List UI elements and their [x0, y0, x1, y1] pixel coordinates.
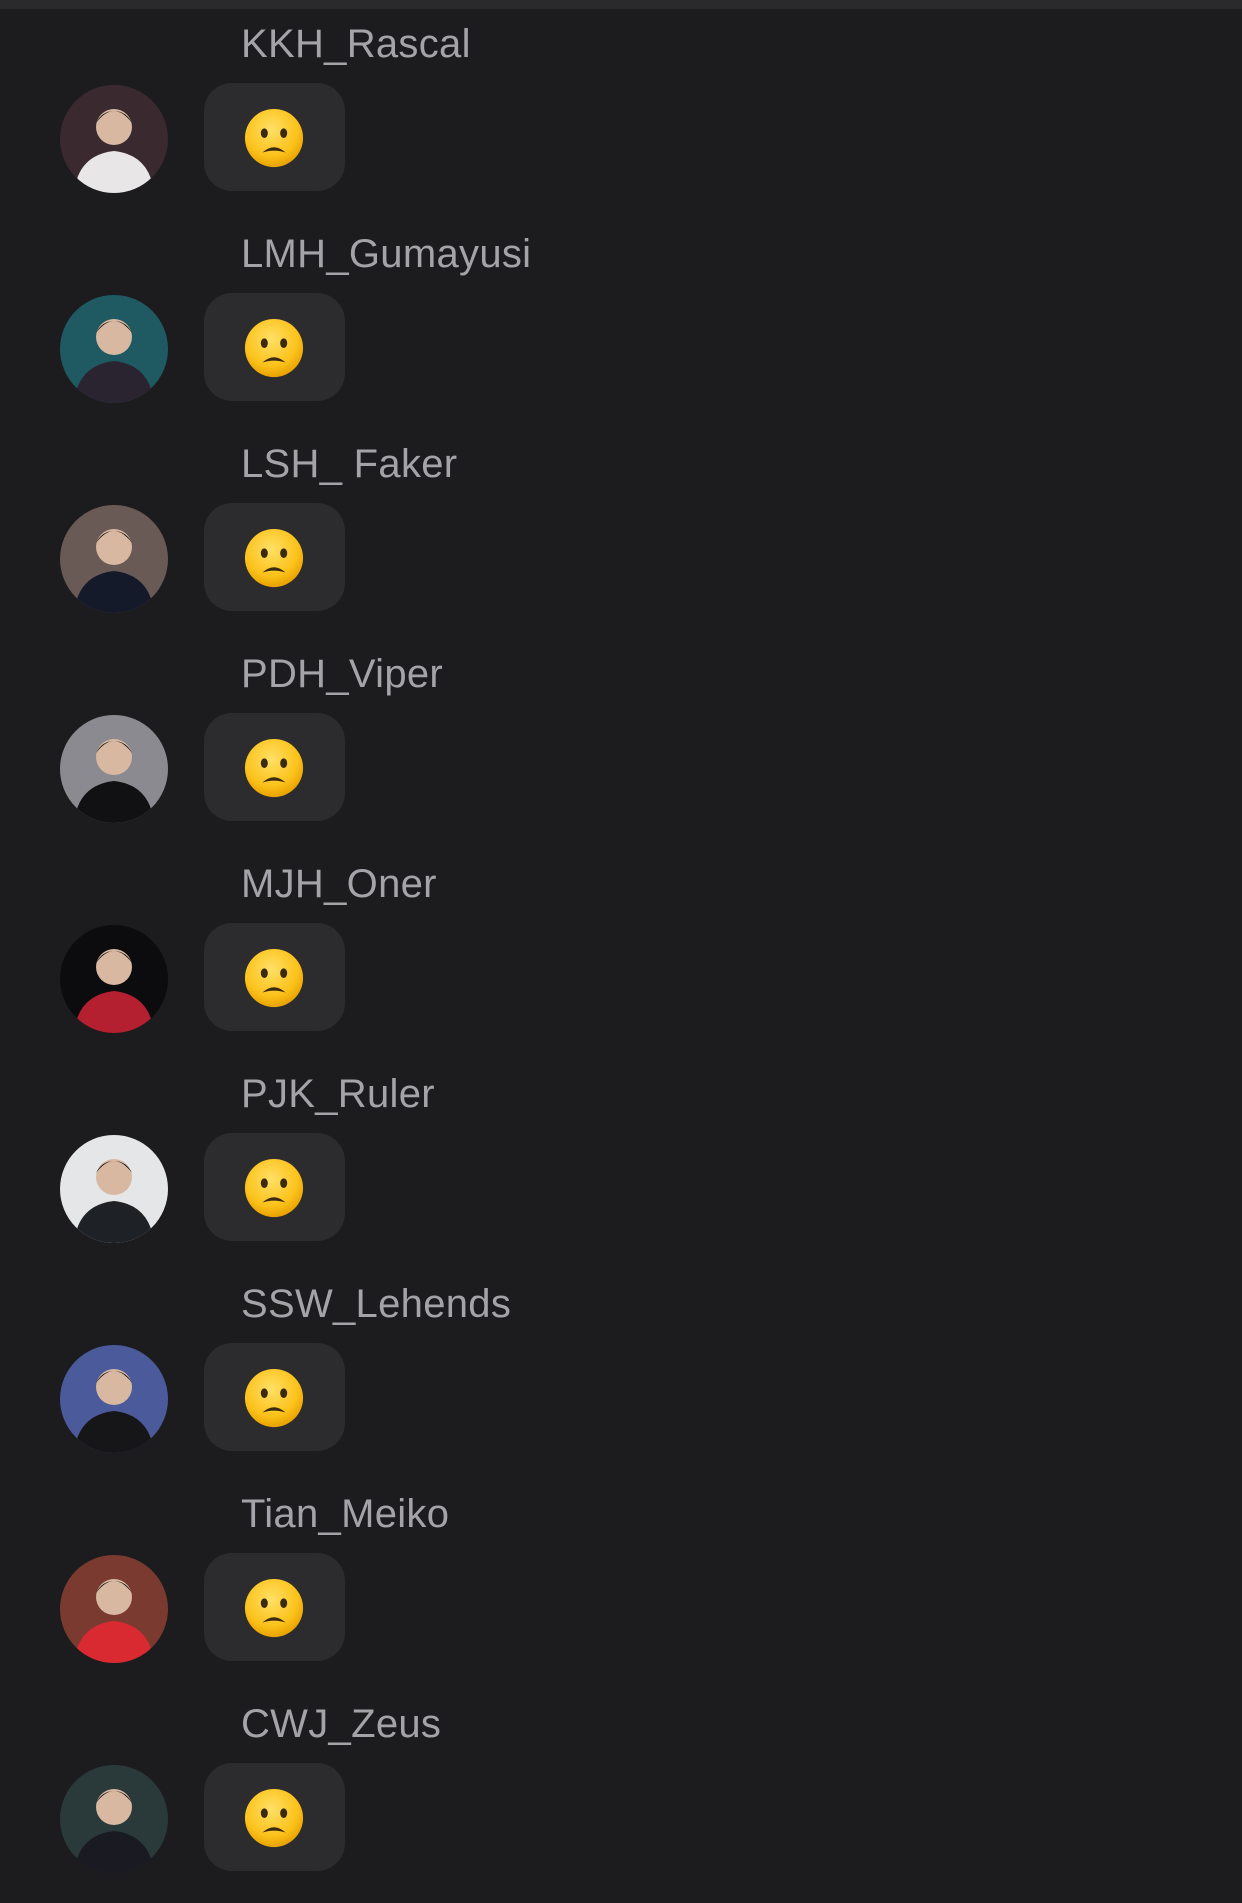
frowning-face-emoji-icon	[243, 947, 305, 1009]
message-row: CWJ_Zeus	[0, 1680, 1242, 1890]
frowning-face-emoji-icon	[243, 1367, 305, 1429]
message-row: LSH_ Faker	[0, 420, 1242, 630]
frowning-face-emoji-icon	[243, 1577, 305, 1639]
frowning-face-emoji-icon	[243, 107, 305, 169]
avatar[interactable]	[60, 295, 168, 403]
message-row: LMH_Gumayusi	[0, 210, 1242, 420]
message-row: SSW_Lehends	[0, 1260, 1242, 1470]
message-bubble[interactable]	[204, 923, 345, 1031]
message-bubble[interactable]	[204, 503, 345, 611]
sender-name: LMH_Gumayusi	[241, 232, 532, 276]
frowning-face-emoji-icon	[243, 1787, 305, 1849]
message-bubble[interactable]	[204, 1763, 345, 1871]
message-row: PJK_Ruler	[0, 1050, 1242, 1260]
sender-name: PJK_Ruler	[241, 1072, 435, 1116]
avatar[interactable]	[60, 1135, 168, 1243]
frowning-face-emoji-icon	[243, 1157, 305, 1219]
avatar[interactable]	[60, 925, 168, 1033]
frowning-face-emoji-icon	[243, 737, 305, 799]
sender-name: LSH_ Faker	[241, 442, 458, 486]
message-bubble[interactable]	[204, 1343, 345, 1451]
message-bubble[interactable]	[204, 1133, 345, 1241]
sender-name: PDH_Viper	[241, 652, 444, 696]
frowning-face-emoji-icon	[243, 527, 305, 589]
message-row: KKH_Rascal	[0, 0, 1242, 210]
message-bubble[interactable]	[204, 713, 345, 821]
message-row: Tian_Meiko	[0, 1470, 1242, 1680]
sender-name: MJH_Oner	[241, 862, 437, 906]
avatar[interactable]	[60, 1765, 168, 1873]
avatar[interactable]	[60, 1345, 168, 1453]
sender-name: KKH_Rascal	[241, 22, 471, 66]
message-bubble[interactable]	[204, 83, 345, 191]
message-bubble[interactable]	[204, 1553, 345, 1661]
frowning-face-emoji-icon	[243, 317, 305, 379]
sender-name: Tian_Meiko	[241, 1492, 450, 1536]
sender-name: CWJ_Zeus	[241, 1702, 442, 1746]
sender-name: SSW_Lehends	[241, 1282, 512, 1326]
avatar[interactable]	[60, 505, 168, 613]
message-row: MJH_Oner	[0, 840, 1242, 1050]
message-row: PDH_Viper	[0, 630, 1242, 840]
avatar[interactable]	[60, 715, 168, 823]
avatar[interactable]	[60, 1555, 168, 1663]
message-bubble[interactable]	[204, 293, 345, 401]
avatar[interactable]	[60, 85, 168, 193]
